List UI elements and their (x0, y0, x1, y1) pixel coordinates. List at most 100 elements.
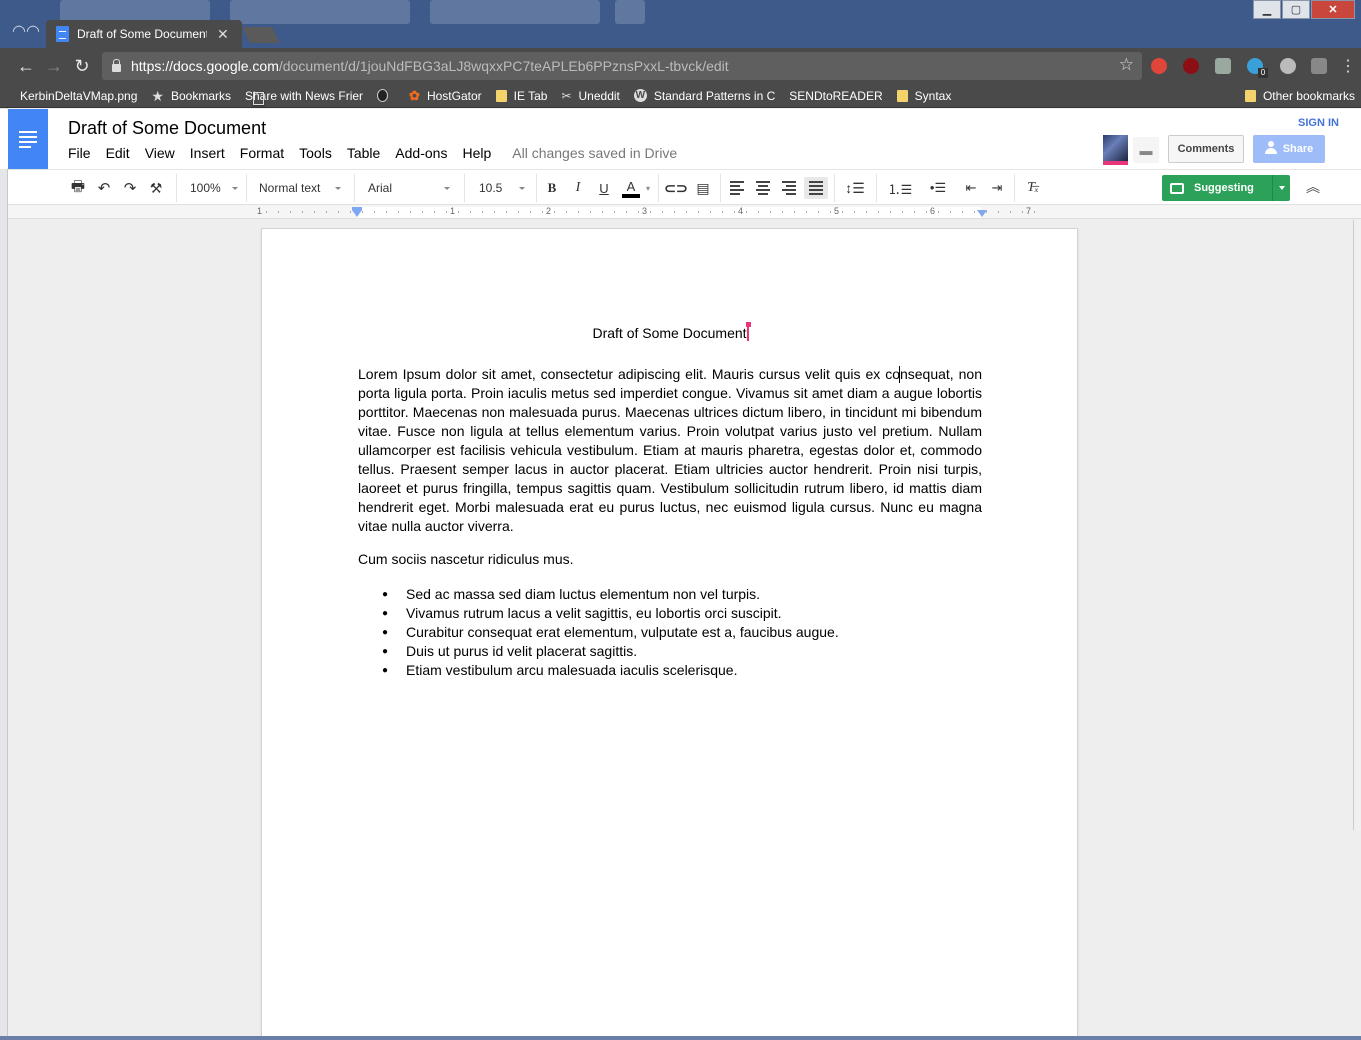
ruler-tick (506, 211, 507, 213)
sign-in-link[interactable]: SIGN IN (1298, 117, 1339, 129)
align-center-icon[interactable] (752, 177, 774, 199)
align-justify-icon[interactable] (804, 177, 828, 199)
document-page[interactable]: Draft of Some Document Lorem Ipsum dolor… (261, 228, 1078, 1040)
browser-menu-icon[interactable]: ⋮ (1340, 56, 1356, 76)
comments-button[interactable]: Comments (1168, 135, 1244, 163)
chat-icon[interactable]: ▬ (1133, 137, 1159, 163)
vertical-scrollbar[interactable] (1353, 220, 1361, 830)
docs-home-icon[interactable] (8, 109, 48, 169)
link-icon[interactable]: ⊂⊃ (664, 177, 687, 199)
bookmark-item[interactable]: Syntax (896, 89, 951, 103)
bookmark-item[interactable]: SENDtoREADER (253, 89, 883, 105)
redo-icon[interactable]: ↷ (120, 177, 140, 199)
star-icon: ★ (151, 87, 164, 104)
document-title[interactable]: Draft of Some Document (68, 118, 266, 139)
bookmark-item[interactable]: ✂ Uneddit (253, 89, 620, 105)
page-icon (253, 92, 264, 105)
tab-active[interactable]: Draft of Some Document ✕ (46, 20, 242, 48)
mode-dropdown-chevron-icon[interactable] (1272, 175, 1290, 201)
paint-format-icon[interactable]: ⚒ (146, 177, 166, 199)
extension-grid-icon[interactable] (1215, 58, 1231, 74)
list-item[interactable]: Vivamus rutrum lacus a velit sagittis, e… (358, 604, 839, 623)
collaborator-avatar[interactable] (1103, 135, 1128, 165)
chevron-down-icon[interactable]: ▾ (644, 177, 652, 199)
new-tab-button[interactable] (242, 27, 280, 43)
document-heading[interactable]: Draft of Some Document (262, 322, 1079, 341)
list-item[interactable]: Sed ac massa sed diam luctus elementum n… (358, 585, 839, 604)
bookmark-item[interactable]: ✿ HostGator (409, 89, 482, 103)
menu-insert[interactable]: Insert (190, 145, 225, 161)
address-bar[interactable]: https://docs.google.com /document/d/1jou… (102, 52, 1142, 80)
background-tab[interactable] (430, 0, 600, 24)
bookmark-item[interactable]: ★ Bookmarks (151, 89, 231, 103)
ruler-label: 1 (257, 206, 263, 216)
menubar: File Edit View Insert Format Tools Table… (68, 145, 677, 161)
print-icon[interactable]: 🖶 (68, 177, 88, 199)
document-canvas: Draft of Some Document Lorem Ipsum dolor… (8, 220, 1361, 1040)
body-paragraph-2[interactable]: Cum sociis nascetur ridiculus mus. (358, 551, 574, 567)
undo-icon[interactable]: ↶ (94, 177, 114, 199)
list-item[interactable]: Etiam vestibulum arcu malesuada iaculis … (358, 661, 839, 680)
menu-format[interactable]: Format (240, 145, 284, 161)
list-item[interactable]: Curabitur consequat erat elementum, vulp… (358, 623, 839, 642)
menu-edit[interactable]: Edit (106, 145, 130, 161)
left-indent-handle[interactable] (352, 210, 362, 217)
menu-help[interactable]: Help (462, 145, 491, 161)
align-right-icon[interactable] (778, 177, 800, 199)
share-button[interactable]: Share (1253, 135, 1325, 163)
ruler-tick (806, 211, 807, 213)
menu-view[interactable]: View (145, 145, 175, 161)
ruler-tick (794, 211, 795, 213)
underline-button[interactable]: U (594, 177, 614, 199)
decrease-indent-icon[interactable]: ⇤ (960, 177, 982, 199)
mode-label: Suggesting (1194, 182, 1254, 194)
bookmark-item[interactable]: KerbinDeltaVMap.png (20, 89, 264, 105)
body-paragraph[interactable]: Lorem Ipsum dolor sit amet, consectetur … (358, 365, 982, 536)
forward-button[interactable]: → (44, 56, 64, 76)
style-select[interactable]: Normal text (259, 177, 341, 199)
extension-s-icon[interactable] (1311, 58, 1327, 74)
zoom-select[interactable]: 100% (190, 177, 238, 199)
background-tab[interactable] (615, 0, 645, 24)
other-bookmarks[interactable]: Other bookmarks (1244, 89, 1355, 103)
bookmark-star-icon[interactable]: ☆ (1119, 55, 1134, 75)
ruler-label: 6 (930, 206, 936, 216)
ruler-tick (374, 211, 375, 213)
extension-round-icon[interactable] (1280, 58, 1296, 74)
font-select[interactable]: Arial (368, 177, 450, 199)
text-color-button[interactable]: A (620, 177, 642, 199)
numbered-list-icon[interactable]: ⒈☰ (884, 177, 916, 199)
tab-close-icon[interactable]: ✕ (217, 26, 229, 43)
right-indent-handle[interactable] (977, 210, 987, 217)
back-button[interactable]: ← (16, 56, 36, 76)
suggesting-mode-button[interactable]: Suggesting (1162, 175, 1290, 201)
menu-tools[interactable]: Tools (299, 145, 332, 161)
bold-button[interactable]: B (542, 177, 562, 199)
menu-table[interactable]: Table (347, 145, 380, 161)
reload-button[interactable]: ↻ (72, 56, 92, 76)
collapse-menus-icon[interactable]: ︽ (1306, 177, 1320, 197)
menu-addons[interactable]: Add-ons (395, 145, 447, 161)
line-spacing-icon[interactable]: ↕☰ (840, 177, 870, 199)
list-item[interactable]: Duis ut purus id velit placerat sagittis… (358, 642, 839, 661)
align-left-icon[interactable] (726, 177, 748, 199)
comment-icon[interactable]: ▤ (692, 177, 714, 199)
bulleted-list-icon[interactable]: •☰ (922, 177, 954, 199)
background-tab[interactable] (230, 0, 410, 24)
ruler-label: 7 (1026, 206, 1032, 216)
font-size-select[interactable]: 10.5 (479, 177, 525, 199)
ruler-tick (698, 211, 699, 213)
bookmark-item[interactable] (377, 89, 395, 102)
italic-button[interactable]: I (568, 177, 588, 199)
bookmark-item[interactable]: IE Tab (495, 89, 547, 103)
save-status[interactable]: All changes saved in Drive (512, 145, 677, 161)
ublock-icon[interactable] (1183, 58, 1199, 74)
menu-file[interactable]: File (68, 145, 91, 161)
maximize-button[interactable]: ▢ (1282, 0, 1310, 19)
close-window-button[interactable]: ✕ (1311, 0, 1355, 19)
bookmark-item[interactable]: W Standard Patterns in C (633, 89, 775, 103)
minimize-button[interactable]: ▁ (1253, 0, 1281, 19)
increase-indent-icon[interactable]: ⇥ (986, 177, 1008, 199)
extension-shield-icon[interactable] (1151, 58, 1167, 74)
clear-formatting-icon[interactable]: T̶ₓ (1022, 177, 1044, 199)
